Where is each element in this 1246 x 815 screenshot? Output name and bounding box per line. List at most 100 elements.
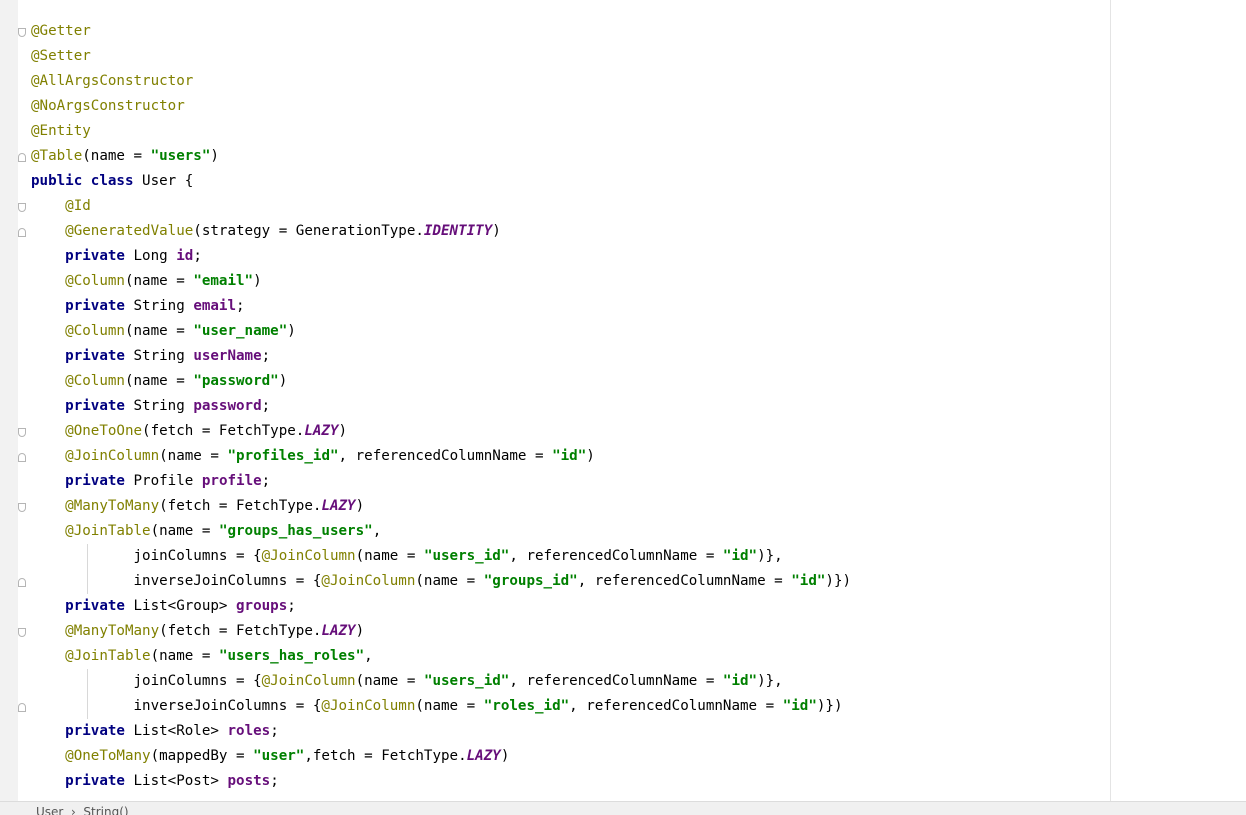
code-token: (name = xyxy=(124,373,194,389)
code-line[interactable]: private List<Group> groups; xyxy=(31,594,851,619)
code-line[interactable]: joinColumns = {@JoinColumn(name = "users… xyxy=(31,669,851,694)
code-token: email xyxy=(193,298,237,314)
code-line[interactable]: inverseJoinColumns = {@JoinColumn(name =… xyxy=(18,569,851,594)
code-token: "id" xyxy=(791,573,826,589)
fold-start-icon[interactable] xyxy=(18,28,26,37)
code-token: , referencedColumnName = xyxy=(509,548,723,564)
code-token: "user" xyxy=(253,748,305,764)
code-line[interactable]: @ManyToMany(fetch = FetchType.LAZY) xyxy=(18,619,851,644)
code-token: LAZY xyxy=(304,423,339,439)
code-lines: @Getter @Setter @AllArgsConstructor @NoArgs… xyxy=(18,19,851,794)
code-line[interactable]: @Column(name = "user_name") xyxy=(31,319,851,344)
code-line[interactable]: @Id xyxy=(18,194,851,219)
code-line[interactable]: @Column(name = "email") xyxy=(31,269,851,294)
code-token: @Column xyxy=(65,373,125,389)
code-line[interactable]: @GeneratedValue(strategy = GenerationTyp… xyxy=(18,219,851,244)
code-token: Long xyxy=(133,248,177,264)
code-token: (name = xyxy=(415,573,484,589)
breadcrumb-bar: User › String() xyxy=(0,801,1246,815)
code-token: , referencedColumnName = xyxy=(338,448,553,464)
code-line[interactable]: @Entity xyxy=(31,119,851,144)
code-token: roles xyxy=(227,723,271,739)
code-line[interactable]: @Column(name = "password") xyxy=(31,369,851,394)
code-token: (name = xyxy=(355,548,424,564)
code-token: @Getter xyxy=(31,23,91,39)
code-line[interactable]: @OneToMany(mappedBy = "user",fetch = Fet… xyxy=(31,744,851,769)
fold-end-icon[interactable] xyxy=(18,578,26,587)
code-token: id xyxy=(176,248,194,264)
code-line[interactable]: @Table(name = "users") xyxy=(18,144,851,169)
code-editor[interactable]: @Getter @Setter @AllArgsConstructor @NoArgs… xyxy=(18,0,1110,801)
code-line[interactable]: private Profile profile; xyxy=(31,469,851,494)
fold-end-icon[interactable] xyxy=(18,228,26,237)
fold-start-icon[interactable] xyxy=(18,428,26,437)
fold-start-icon[interactable] xyxy=(18,628,26,637)
code-token: , xyxy=(364,648,373,664)
code-token: password xyxy=(193,398,262,414)
editor-gutter xyxy=(0,0,18,801)
code-token: ; xyxy=(270,773,279,789)
code-line[interactable]: private List<Post> posts; xyxy=(31,769,851,794)
code-token: private xyxy=(65,248,134,264)
code-line[interactable]: @Setter xyxy=(31,44,851,69)
code-line[interactable]: @NoArgsConstructor xyxy=(31,94,851,119)
fold-start-icon[interactable] xyxy=(18,203,26,212)
fold-end-icon[interactable] xyxy=(18,703,26,712)
code-line[interactable]: @JoinTable(name = "groups_has_users", xyxy=(31,519,851,544)
code-line[interactable]: joinColumns = {@JoinColumn(name = "users… xyxy=(31,544,851,569)
code-token: "password" xyxy=(193,373,279,389)
code-token: posts xyxy=(227,773,271,789)
code-line[interactable]: private Long id; xyxy=(31,244,851,269)
code-token: (fetch = FetchType. xyxy=(159,498,322,514)
code-token: @JoinColumn xyxy=(261,548,356,564)
code-token: @JoinColumn xyxy=(321,573,416,589)
code-token: "users_id" xyxy=(423,548,510,564)
code-token: private xyxy=(65,773,134,789)
code-line[interactable]: private String userName; xyxy=(31,344,851,369)
code-line[interactable]: @Getter xyxy=(18,19,851,44)
code-token: )}) xyxy=(816,698,843,714)
code-token: (strategy = GenerationType. xyxy=(193,223,424,239)
code-token: IDENTITY xyxy=(423,223,493,239)
code-line[interactable]: @JoinTable(name = "users_has_roles", xyxy=(31,644,851,669)
code-line[interactable]: private String password; xyxy=(31,394,851,419)
code-token: (mappedBy = xyxy=(150,748,254,764)
code-token: LAZY xyxy=(321,498,356,514)
code-token: "groups_id" xyxy=(483,573,578,589)
code-token: )}, xyxy=(757,673,783,689)
code-token: , xyxy=(372,523,382,539)
code-token: LAZY xyxy=(321,623,356,639)
code-token: ) xyxy=(278,373,288,389)
code-token: (fetch = FetchType. xyxy=(159,623,322,639)
code-token: (name = xyxy=(355,673,424,689)
fold-end-icon[interactable] xyxy=(18,453,26,462)
code-line[interactable]: inverseJoinColumns = {@JoinColumn(name =… xyxy=(18,694,851,719)
code-line[interactable]: private String email; xyxy=(31,294,851,319)
fold-start-icon[interactable] xyxy=(18,503,26,512)
code-line[interactable]: @JoinColumn(name = "profiles_id", refere… xyxy=(18,444,851,469)
code-line[interactable]: @AllArgsConstructor xyxy=(31,69,851,94)
breadcrumb[interactable]: User › String() xyxy=(36,805,129,815)
code-token: profile xyxy=(201,473,262,489)
code-token: @ManyToMany xyxy=(65,498,160,514)
code-token: private xyxy=(65,598,134,614)
code-token: joinColumns = { xyxy=(31,673,262,689)
code-line[interactable]: private List<Role> roles; xyxy=(31,719,851,744)
code-line[interactable]: @ManyToMany(fetch = FetchType.LAZY) xyxy=(18,494,851,519)
code-token: @OneToMany xyxy=(65,748,151,764)
fold-end-icon[interactable] xyxy=(18,153,26,162)
code-token: @JoinColumn xyxy=(321,698,416,714)
code-token: private xyxy=(65,398,134,414)
code-line[interactable]: @OneToOne(fetch = FetchType.LAZY) xyxy=(18,419,851,444)
code-line[interactable]: public class User { xyxy=(31,169,851,194)
code-token: "id" xyxy=(552,448,587,464)
